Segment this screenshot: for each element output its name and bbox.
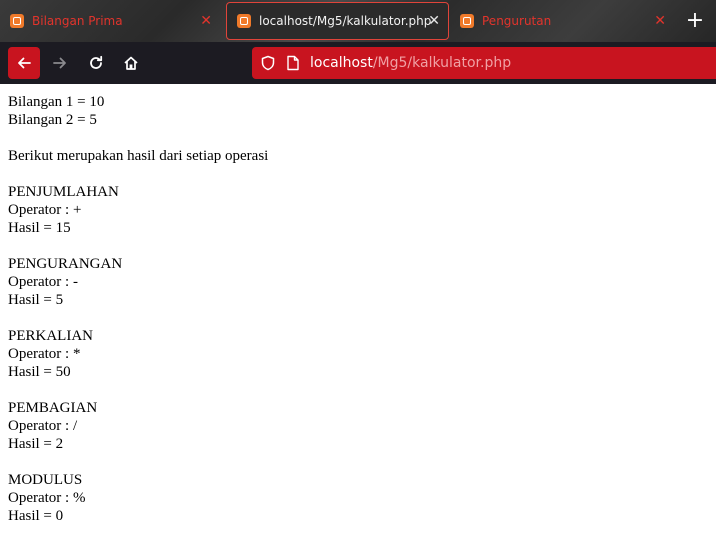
tab-kalkulator[interactable]: localhost/Mg5/kalkulator.php ✕ [226,2,449,40]
xampp-icon [10,14,24,28]
operation-operator: Operator : + [8,202,82,218]
operation-operator: Operator : % [8,490,86,506]
tab-pengurutan[interactable]: Pengurutan ✕ [450,2,674,40]
shield-icon[interactable] [260,55,276,71]
operation-result: Hasil = 5 [8,292,64,308]
tab-bilangan-prima[interactable]: Bilangan Prima ✕ [0,2,220,40]
tab-title: localhost/Mg5/kalkulator.php [259,14,432,28]
xampp-icon [460,14,474,28]
operation-name: PEMBAGIAN [8,400,98,416]
intro-text: Berikut merupakan hasil dari setiap oper… [8,148,269,164]
url-text[interactable]: localhost/Mg5/kalkulator.php [310,55,511,71]
close-icon[interactable]: ✕ [428,14,440,28]
operation-operator: Operator : / [8,418,78,434]
url-path: /Mg5/kalkulator.php [372,55,512,71]
operation-name: PENGURANGAN [8,256,123,272]
operation-operator: Operator : - [8,274,78,290]
url-host: localhost [310,55,373,71]
home-icon [124,56,138,70]
input-2-text: Bilangan 2 = 5 [8,112,97,128]
back-button[interactable] [8,47,40,79]
reload-button[interactable] [80,47,112,79]
operation-operator: Operator : * [8,346,81,362]
operation-name: PENJUMLAHAN [8,184,119,200]
tab-title: Pengurutan [482,14,552,28]
new-tab-button[interactable]: + [684,10,706,32]
operation-result: Hasil = 0 [8,508,64,524]
operation-result: Hasil = 50 [8,364,71,380]
page-icon[interactable] [286,55,300,71]
navigation-toolbar: localhost/Mg5/kalkulator.php [0,42,716,84]
reload-icon [90,55,103,69]
arrow-right-icon [53,57,66,69]
arrow-left-icon [18,57,31,69]
home-button[interactable] [115,47,147,79]
input-1-text: Bilangan 1 = 10 [8,94,105,110]
operation-result: Hasil = 2 [8,436,64,452]
close-icon[interactable]: ✕ [654,14,666,28]
page-content: Bilangan 1 = 10 Bilangan 2 = 5 Berikut m… [8,93,708,525]
operation-name: PERKALIAN [8,328,93,344]
tab-title: Bilangan Prima [32,14,123,28]
xampp-icon [237,14,251,28]
tab-strip: Bilangan Prima ✕ localhost/Mg5/kalkulato… [0,0,716,42]
operation-result: Hasil = 15 [8,220,71,236]
forward-button[interactable] [44,47,76,79]
close-icon[interactable]: ✕ [200,14,212,28]
address-bar[interactable]: localhost/Mg5/kalkulator.php [252,47,716,79]
operation-name: MODULUS [8,472,83,488]
